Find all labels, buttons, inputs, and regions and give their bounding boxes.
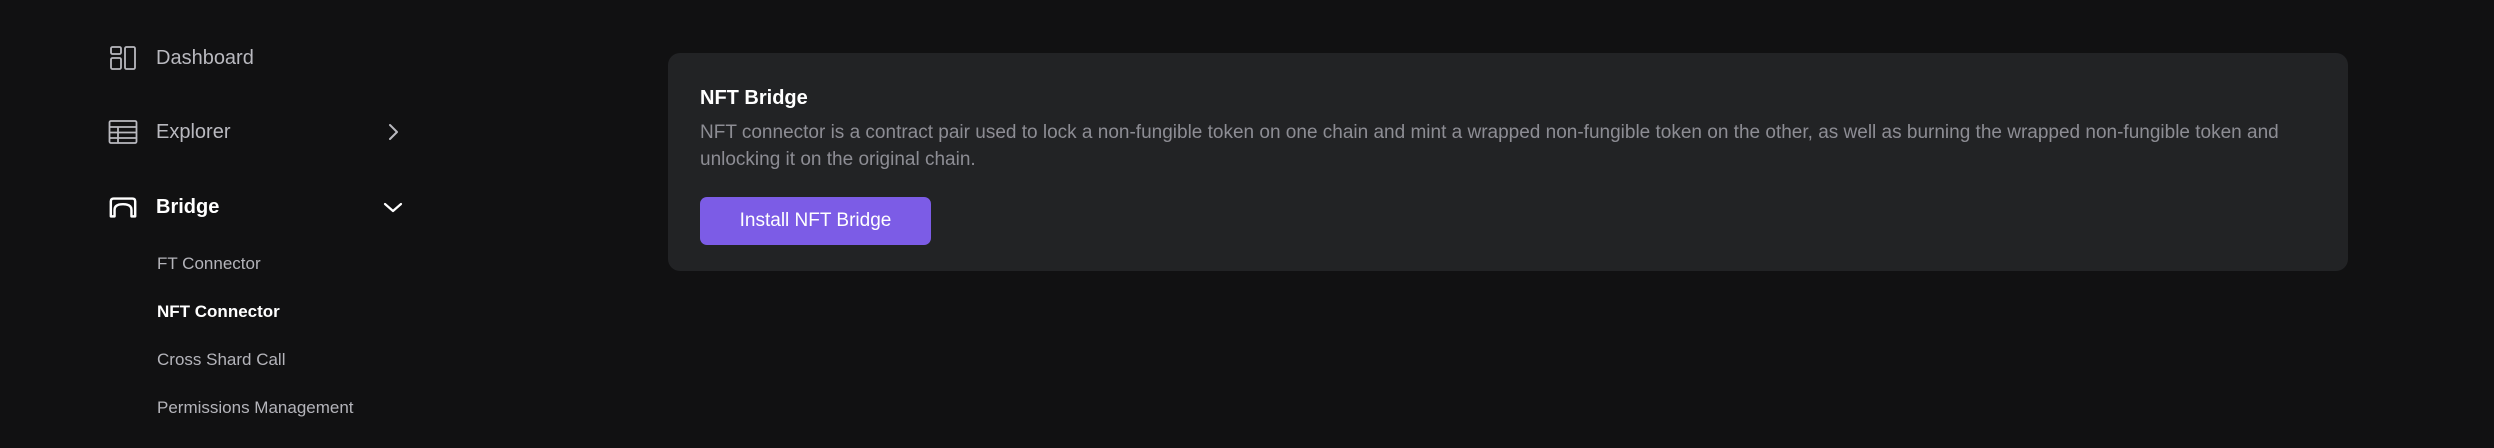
dashboard-icon <box>108 43 138 73</box>
sidebar: Dashboard Explorer Bridge FT Connector N… <box>0 0 430 448</box>
install-nft-bridge-button[interactable]: Install NFT Bridge <box>700 197 931 245</box>
sidebar-subitem-cross-shard-call[interactable]: Cross Shard Call <box>157 336 354 384</box>
sidebar-item-dashboard[interactable]: Dashboard <box>108 38 408 78</box>
bridge-icon <box>108 192 138 222</box>
sidebar-item-label: Dashboard <box>156 46 254 69</box>
sidebar-item-explorer[interactable]: Explorer <box>108 112 408 152</box>
table-icon <box>108 117 138 147</box>
nft-bridge-card: NFT Bridge NFT connector is a contract p… <box>668 53 2348 271</box>
card-description: NFT connector is a contract pair used to… <box>700 122 2279 170</box>
sidebar-subitem-nft-connector[interactable]: NFT Connector <box>157 288 354 336</box>
sidebar-item-label: Bridge <box>156 195 220 218</box>
sidebar-item-label: Explorer <box>156 120 231 143</box>
sidebar-item-bridge[interactable]: Bridge <box>108 187 408 227</box>
chevron-right-icon[interactable] <box>378 117 408 147</box>
bridge-subnav: FT Connector NFT Connector Cross Shard C… <box>157 240 354 432</box>
sidebar-subitem-permissions-management[interactable]: Permissions Management <box>157 384 354 432</box>
chevron-down-icon[interactable] <box>378 192 408 222</box>
app-root: Dashboard Explorer Bridge FT Connector N… <box>0 0 2494 448</box>
sidebar-subitem-ft-connector[interactable]: FT Connector <box>157 240 354 288</box>
card-title: NFT Bridge <box>700 87 808 109</box>
